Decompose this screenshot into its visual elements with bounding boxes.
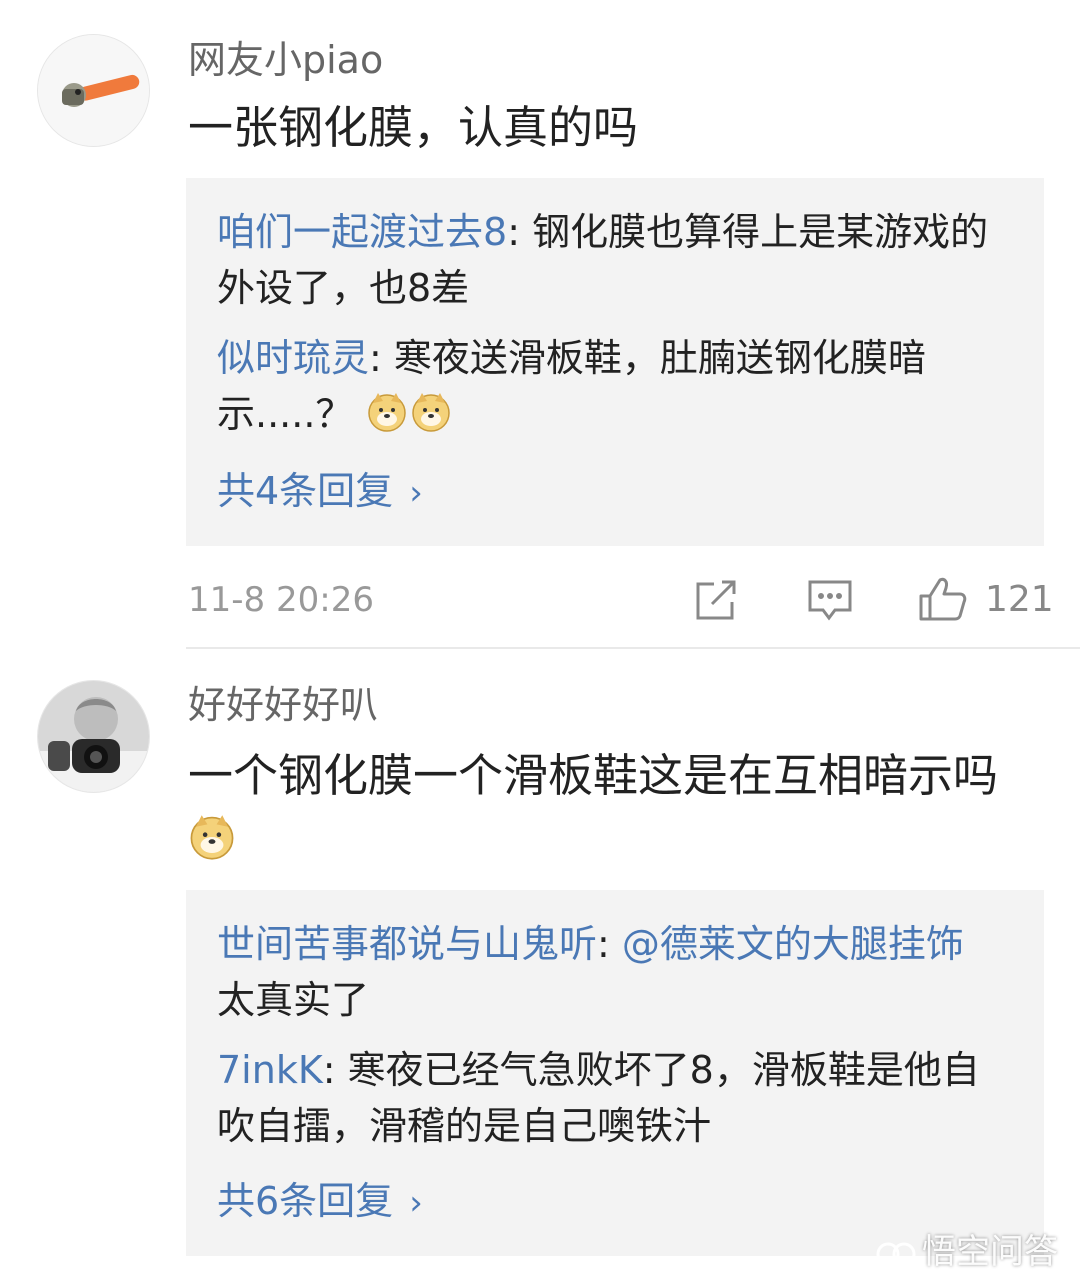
reply-item: 似时琉灵: 寒夜送滑板鞋，肚腩送钢化膜暗示.....？ <box>217 330 1007 442</box>
avatar[interactable] <box>37 680 150 793</box>
reply-author[interactable]: 咱们一起渡过去8 <box>217 210 507 254</box>
reply-author[interactable]: 似时琉灵 <box>217 336 369 380</box>
thumbs-up-icon <box>919 577 967 621</box>
reply-mention[interactable]: @德莱文的大腿挂饰 <box>622 922 964 966</box>
reply-item: 世间苦事都说与山鬼听: @德莱文的大腿挂饰 太真实了 <box>217 916 1007 1028</box>
like-count: 121 <box>985 579 1054 620</box>
comment-item: 网友小piao 一张钢化膜，认真的吗 咱们一起渡过去8: 钢化膜也算得上是某游戏… <box>0 0 1080 648</box>
more-replies-label: 共6条回复 <box>217 1179 394 1223</box>
comment-text: 一张钢化膜，认真的吗 <box>188 101 639 154</box>
reply-box[interactable]: 咱们一起渡过去8: 钢化膜也算得上是某游戏的外设了，也8差 似时琉灵: 寒夜送滑… <box>186 178 1044 546</box>
reply-separator: : <box>322 1048 348 1092</box>
comment-icon <box>808 580 852 621</box>
reply-item: 7inkK: 寒夜已经气急败坏了8，滑板鞋是他自吹自擂，滑稽的是自己噢铁汁 <box>217 1042 1007 1154</box>
reply-text: 太真实了 <box>217 978 370 1022</box>
doge-emoji-icon <box>410 391 452 433</box>
more-replies-link[interactable]: 共6条回复 › <box>217 1182 423 1220</box>
watermark-text: 悟空问答 <box>922 1232 1058 1272</box>
wukong-logo-icon <box>876 1242 916 1266</box>
reply-separator: : <box>369 336 394 380</box>
reply-separator: : <box>597 922 622 966</box>
doge-emoji-icon <box>366 391 408 433</box>
comment-text: 一个钢化膜一个滑板鞋这是在互相暗示吗 <box>188 744 1018 872</box>
avatar[interactable] <box>37 34 150 147</box>
doge-emoji-icon <box>188 813 236 861</box>
reply-item: 咱们一起渡过去8: 钢化膜也算得上是某游戏的外设了，也8差 <box>217 204 1007 316</box>
reply-separator: : <box>507 210 533 254</box>
username[interactable]: 好好好好叭 <box>188 686 378 724</box>
reply-author[interactable]: 7inkK <box>217 1048 323 1092</box>
comment-time: 11-8 20:26 <box>188 580 374 620</box>
comment-item: 好好好好叭 一个钢化膜一个滑板鞋这是在互相暗示吗 世间苦事都说与山鬼听: @德莱… <box>0 648 1080 1287</box>
username[interactable]: 网友小piao <box>188 41 383 79</box>
avatar-image <box>38 681 149 792</box>
reply-author[interactable]: 世间苦事都说与山鬼听 <box>217 922 597 966</box>
reply-box[interactable]: 世间苦事都说与山鬼听: @德莱文的大腿挂饰 太真实了 7inkK: 寒夜已经气急… <box>186 890 1044 1256</box>
more-replies-label: 共4条回复 <box>217 469 394 513</box>
chevron-right-icon: › <box>409 473 423 513</box>
comment-text-content: 一个钢化膜一个滑板鞋这是在互相暗示吗 <box>188 749 999 802</box>
more-replies-link[interactable]: 共4条回复 › <box>217 472 423 510</box>
watermark: 悟空问答 <box>876 1224 1058 1273</box>
like-button[interactable] <box>918 576 968 622</box>
avatar-image <box>38 35 149 146</box>
share-icon <box>696 580 736 620</box>
comment-button[interactable] <box>807 578 853 622</box>
share-button[interactable] <box>694 578 738 622</box>
chevron-right-icon: › <box>409 1183 423 1223</box>
